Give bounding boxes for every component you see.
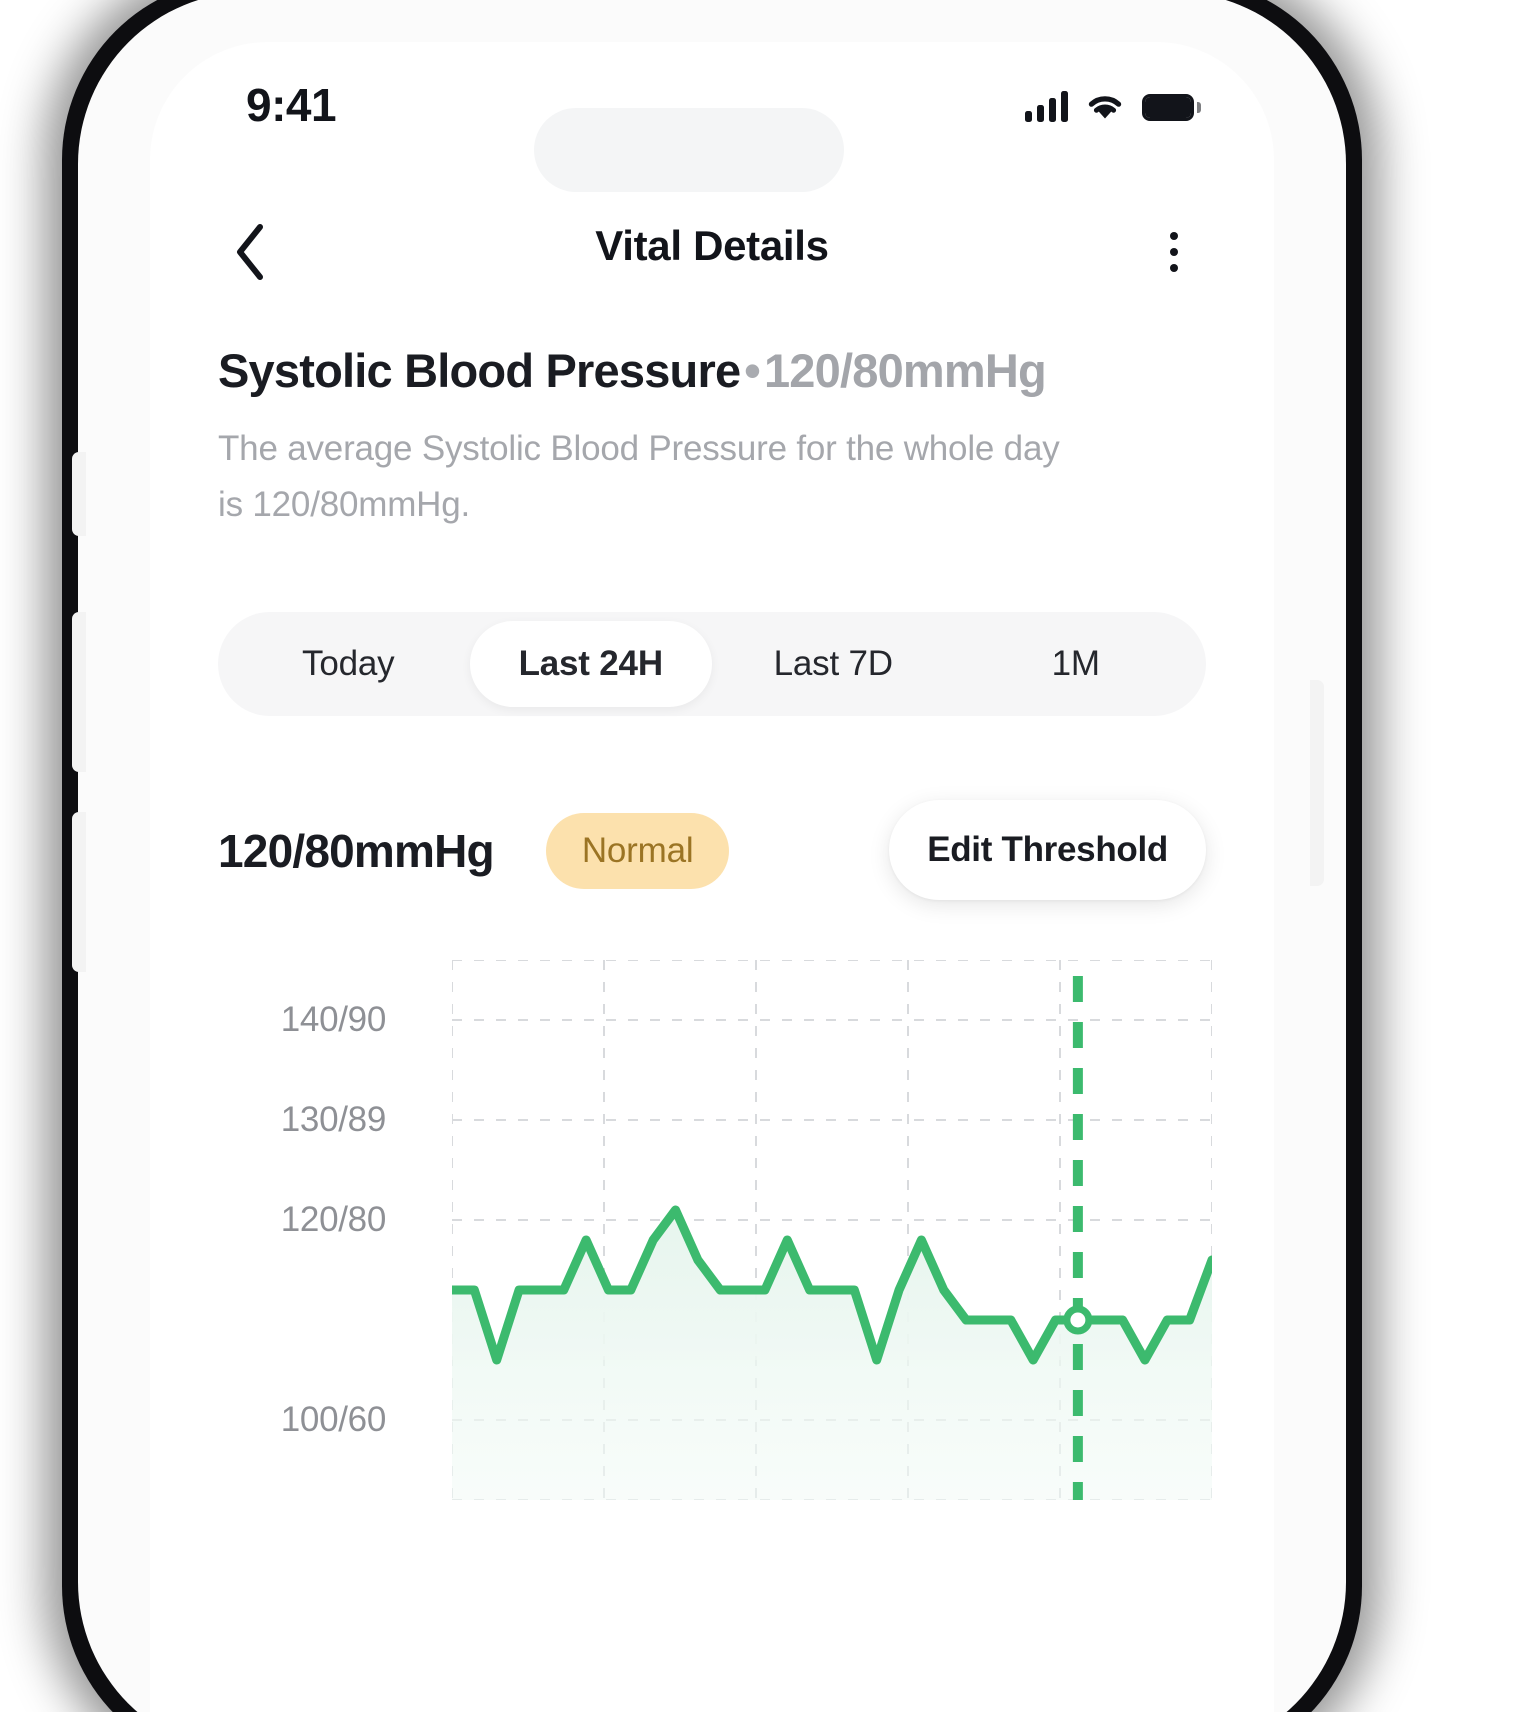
vital-description: The average Systolic Blood Pressure for … [218, 428, 1060, 525]
status-bar-icons [1025, 91, 1201, 122]
chart-y-axis: 140/90 130/89 120/80 100/60 [218, 960, 418, 1500]
chart-y-label: 100/60 [280, 1400, 387, 1440]
range-segmented-control: Today Last 24H Last 7D 1M [218, 612, 1206, 717]
chart-plot-area[interactable] [447, 930, 1217, 1531]
tab-last-7d[interactable]: Last 7D [712, 621, 955, 707]
navigation-bar: Vital Details [150, 204, 1274, 300]
dynamic-island [534, 108, 844, 192]
power-button[interactable] [1310, 680, 1324, 886]
vital-chart: 140/90 130/89 120/80 100/60 [150, 930, 1274, 1531]
vital-separator: • [744, 344, 760, 397]
reading-value: 120/80mmHg [218, 825, 495, 878]
chart-y-label: 120/80 [280, 1200, 387, 1240]
status-bar-time: 9:41 [246, 79, 337, 131]
tab-1m[interactable]: 1M [955, 621, 1198, 707]
tab-last-24h[interactable]: Last 24H [469, 621, 712, 708]
phone-screen: 9:41 Vital Details Systolic Blood Pressu… [150, 42, 1274, 1712]
main-content: Systolic Blood Pressure•120/80mmHg The a… [150, 342, 1274, 1531]
chart-y-label: 140/90 [280, 1000, 387, 1040]
status-bar: 9:41 [150, 42, 1274, 192]
vital-value: 120/80mmHg [763, 344, 1047, 397]
battery-icon [1142, 93, 1201, 121]
tab-today[interactable]: Today [227, 621, 470, 707]
volume-up-button[interactable] [72, 612, 86, 772]
chart-y-label: 130/89 [280, 1100, 387, 1140]
chart-marker-point[interactable] [1063, 1305, 1093, 1335]
screenshot-stage: 9:41 Vital Details Systolic Blood Pressu… [0, 0, 1532, 1712]
signal-bars-icon [1025, 91, 1068, 122]
edit-threshold-button[interactable]: Edit Threshold [889, 800, 1206, 901]
more-vertical-icon[interactable] [1140, 218, 1208, 286]
reading-summary-row: 120/80mmHg Normal Edit Threshold [218, 800, 1206, 901]
volume-down-button[interactable] [72, 812, 86, 972]
status-badge: Normal [545, 813, 730, 890]
vital-name: Systolic Blood Pressure [218, 344, 741, 397]
page-title: Vital Details [595, 222, 829, 269]
silent-switch-button[interactable] [72, 452, 86, 536]
vital-heading: Systolic Blood Pressure•120/80mmHg [150, 342, 1274, 401]
wifi-icon [1085, 92, 1125, 122]
chart-svg [447, 930, 1217, 1531]
